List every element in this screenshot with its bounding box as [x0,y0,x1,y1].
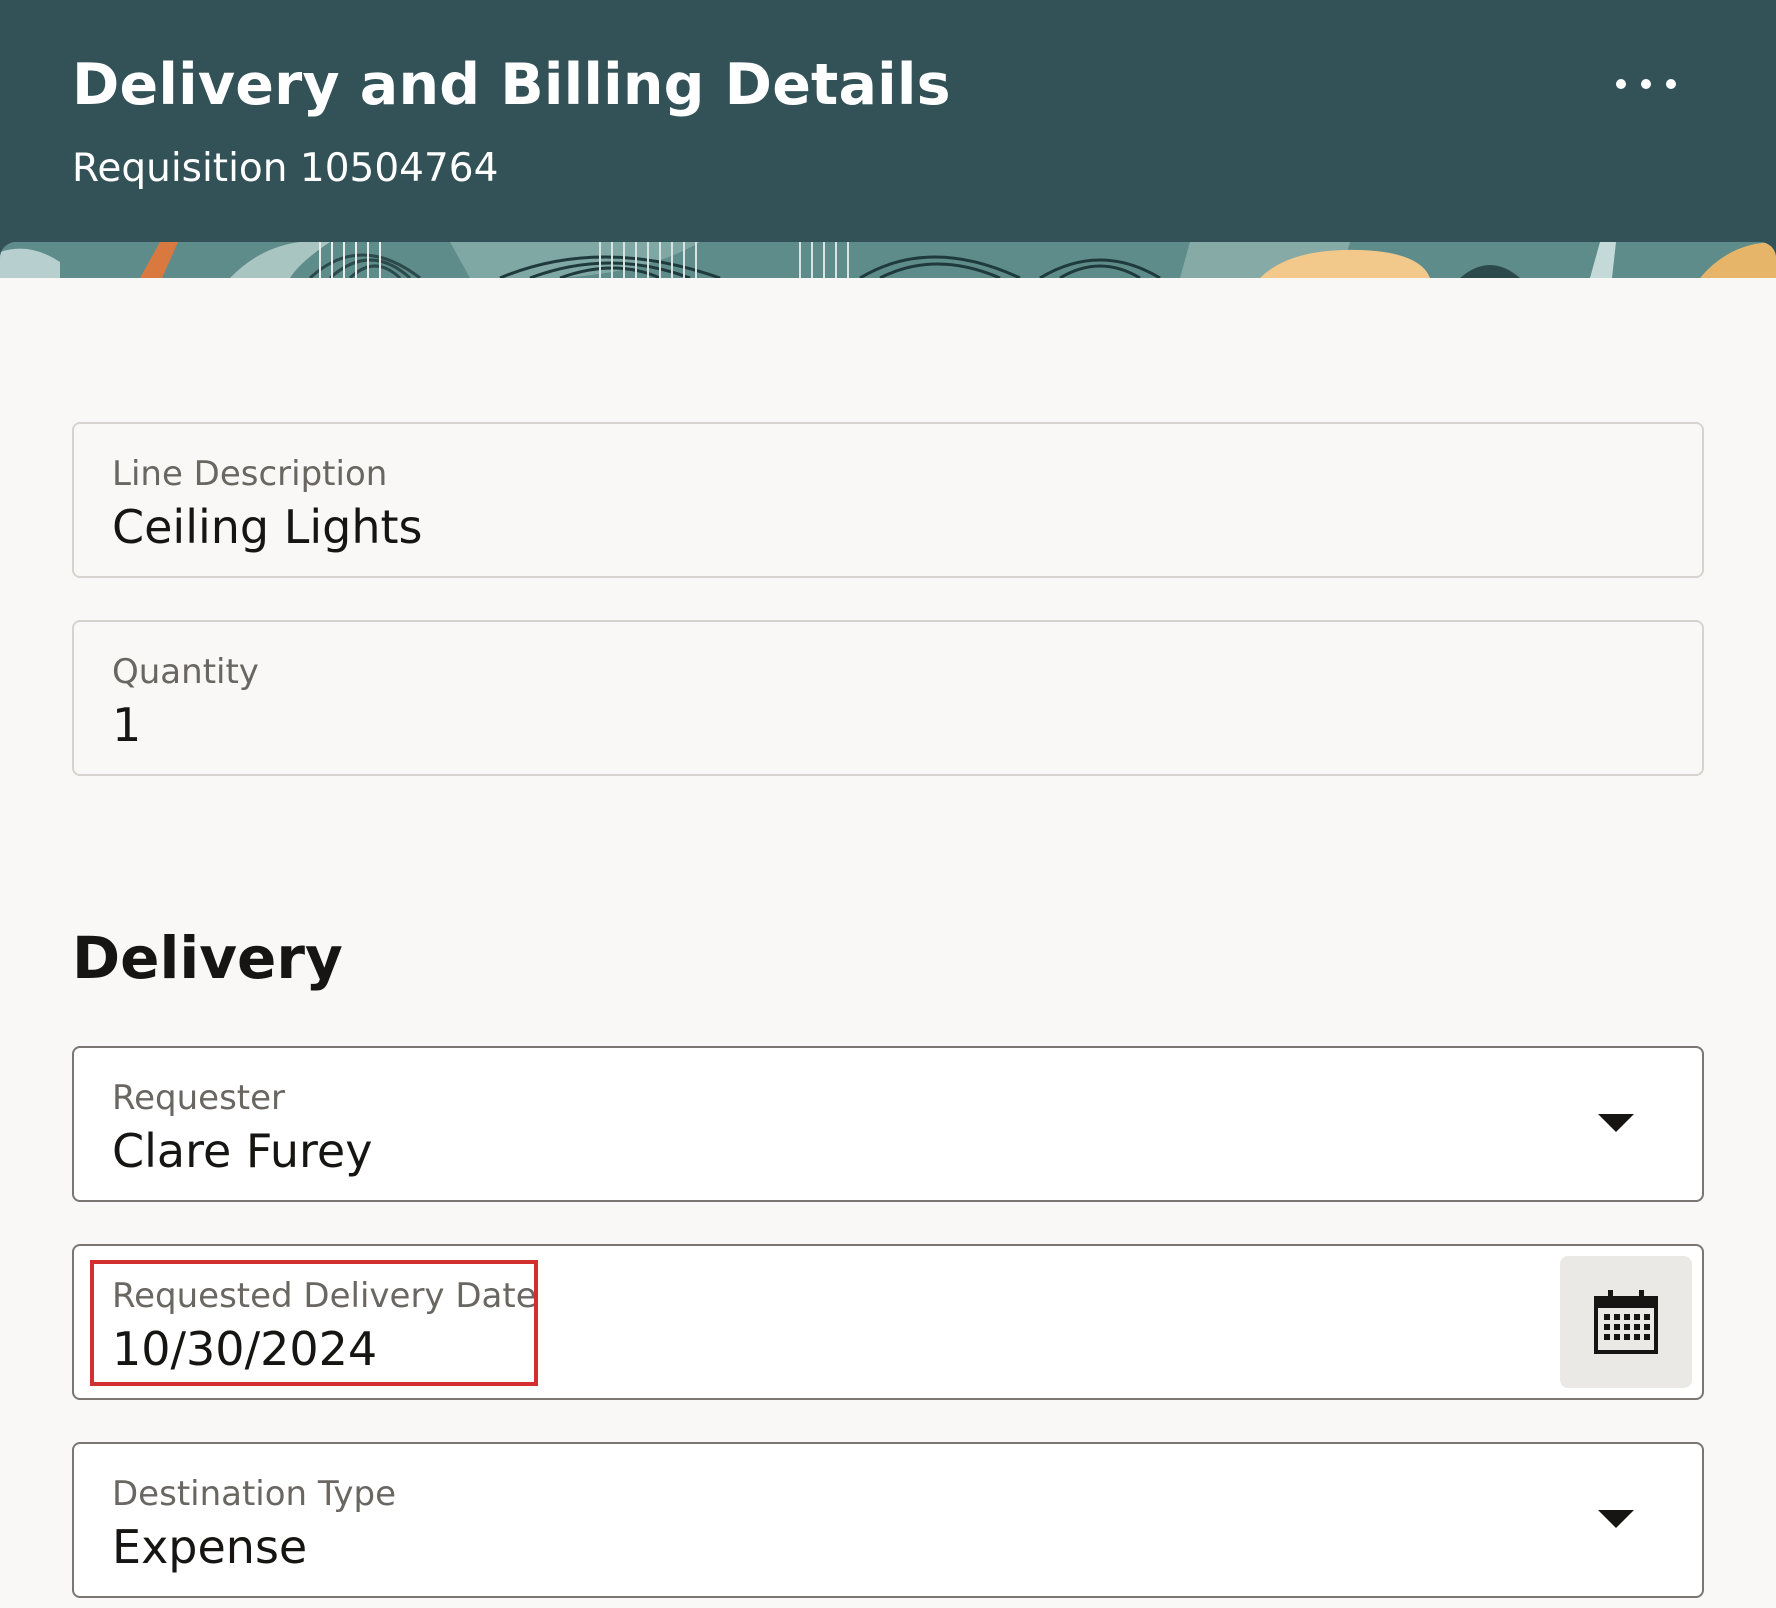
page-header: Delivery and Billing Details Requisition… [0,0,1776,278]
banner-pattern-image [0,242,1776,278]
destination-type-select[interactable]: Destination Type Expense [72,1442,1704,1598]
calendar-button[interactable] [1560,1256,1692,1388]
line-description-label: Line Description [112,454,388,494]
requester-value[interactable]: Clare Furey [112,1124,372,1178]
page-title: Delivery and Billing Details [72,52,951,118]
line-description-field: Line Description Ceiling Lights [72,422,1704,578]
requester-label: Requester [112,1078,286,1118]
line-description-value: Ceiling Lights [112,500,423,554]
chevron-down-icon[interactable] [1598,1510,1634,1528]
header-decorative-banner [0,242,1776,278]
more-horizontal-icon-dot [1641,79,1651,89]
requester-select[interactable]: Requester Clare Furey [72,1046,1704,1202]
quantity-value: 1 [112,698,142,752]
more-options-button[interactable] [1606,62,1686,106]
requested-delivery-date-field[interactable]: Requested Delivery Date 10/30/2024 [72,1244,1704,1400]
requested-delivery-date-label: Requested Delivery Date [112,1276,537,1316]
destination-type-label: Destination Type [112,1474,397,1514]
more-horizontal-icon [1616,79,1626,89]
chevron-down-icon[interactable] [1598,1114,1634,1132]
page-subtitle: Requisition 10504764 [72,146,499,191]
requested-delivery-date-value[interactable]: 10/30/2024 [112,1322,377,1376]
destination-type-value[interactable]: Expense [112,1520,307,1574]
calendar-icon [1594,1290,1658,1354]
delivery-section-title: Delivery [72,924,343,992]
quantity-field: Quantity 1 [72,620,1704,776]
more-horizontal-icon-dot [1666,79,1676,89]
quantity-label: Quantity [112,652,259,692]
